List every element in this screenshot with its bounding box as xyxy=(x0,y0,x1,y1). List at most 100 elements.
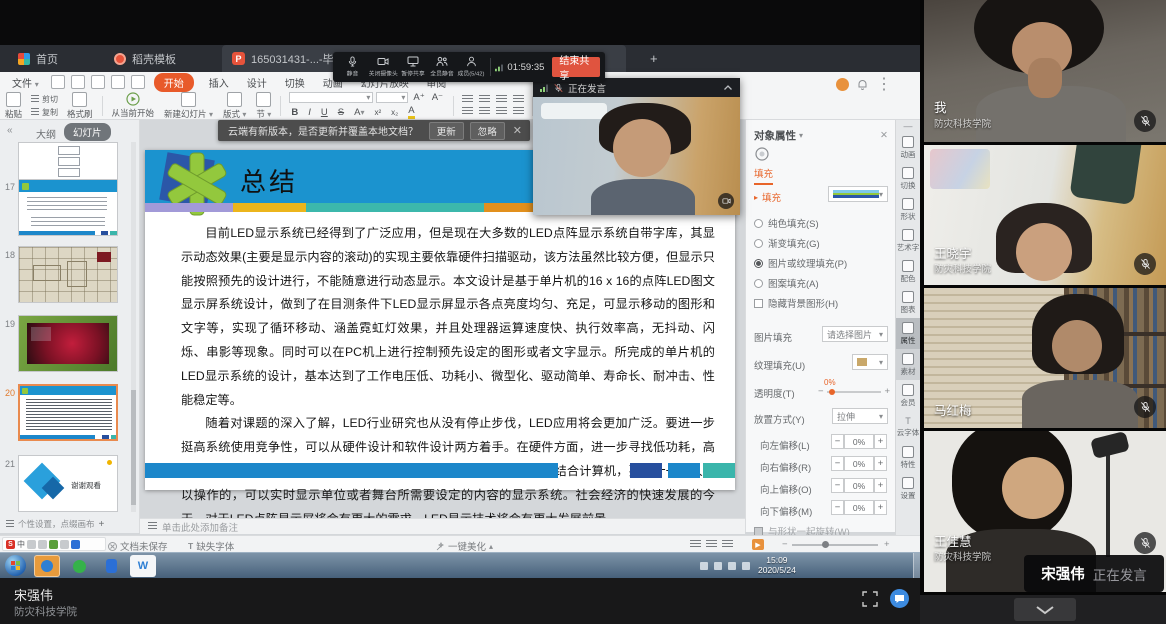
menu-insert[interactable]: 插入 xyxy=(209,75,229,90)
fill-tab[interactable]: 填充 xyxy=(754,166,773,185)
menu-start[interactable]: 开始 xyxy=(154,73,194,92)
floating-camera-window[interactable]: 正在发言 xyxy=(533,78,740,215)
align-right-icon[interactable] xyxy=(496,107,507,116)
fullscreen-icon[interactable] xyxy=(862,591,878,607)
underline-button[interactable]: U xyxy=(321,107,328,118)
side-tab-settings[interactable]: 设置 xyxy=(896,473,920,504)
side-tab-animation[interactable]: 动画 xyxy=(896,132,920,163)
side-tab-chart[interactable]: 图表 xyxy=(896,287,920,318)
personalize-canvas-button[interactable]: 个性设置，点缀画布 + xyxy=(6,518,104,530)
play-from-current-button[interactable]: 从当前开始 xyxy=(112,92,155,119)
fill-option-picture[interactable]: 图片或纹理填充(P) xyxy=(754,256,847,270)
font-increase-button[interactable]: A⁺ xyxy=(413,92,424,103)
slide-thumbnail-17[interactable] xyxy=(18,179,118,236)
start-button[interactable] xyxy=(5,555,26,576)
texture-fill-dropdown[interactable]: ▾ xyxy=(852,354,888,370)
notice-close-icon[interactable]: ✕ xyxy=(513,124,522,137)
side-tab-feature[interactable]: 特性 xyxy=(896,442,920,473)
offset-up-stepper[interactable]: −0%+ xyxy=(831,478,887,493)
slide-thumbnail-18[interactable] xyxy=(18,246,118,303)
menu-transition[interactable]: 切换 xyxy=(285,75,305,90)
italic-button[interactable]: I xyxy=(308,107,311,118)
side-tab-color[interactable]: 配色 xyxy=(896,256,920,287)
members-button[interactable]: 成员(5/42) xyxy=(456,56,486,78)
fill-option-pattern[interactable]: 图案填充(A) xyxy=(754,276,819,290)
notes-bar[interactable]: 单击此处添加备注 xyxy=(140,518,745,534)
menu-design[interactable]: 设计 xyxy=(247,75,267,90)
font-decrease-button[interactable]: A⁻ xyxy=(432,92,443,103)
redo-icon[interactable] xyxy=(111,75,125,89)
section-button[interactable]: 节 ▾ xyxy=(256,92,271,120)
indent-decrease-icon[interactable] xyxy=(496,95,507,104)
offset-right-stepper[interactable]: −0%+ xyxy=(831,456,887,471)
pause-share-button[interactable]: 暂停共享 xyxy=(399,56,428,78)
side-tab-shape[interactable]: 形状 xyxy=(896,194,920,225)
slide-thumbnail-16[interactable] xyxy=(18,142,118,184)
font-color-button[interactable]: A▾ xyxy=(354,107,364,118)
camera-off-button[interactable]: 关闭摄像头 xyxy=(367,56,400,78)
side-tab-wordart[interactable]: 艺术字 xyxy=(896,225,920,256)
copy-button[interactable]: 复制 xyxy=(31,107,58,118)
zoom-out-icon[interactable]: − xyxy=(782,539,788,550)
more-quick-icon[interactable] xyxy=(131,75,145,89)
show-desktop-button[interactable] xyxy=(913,553,920,578)
zoom-slider[interactable] xyxy=(792,544,878,546)
participant-tile[interactable]: 王晓宇 防灾科技学院 xyxy=(924,145,1166,285)
highlight-button[interactable]: A xyxy=(408,105,414,119)
fill-option-solid[interactable]: 纯色填充(S) xyxy=(754,216,819,230)
new-slide-button[interactable]: 新建幻灯片 ▾ xyxy=(164,92,213,120)
taskbar-app-mobile[interactable] xyxy=(98,555,124,577)
new-tab-button[interactable]: + xyxy=(640,45,668,72)
offset-down-stepper[interactable]: −0%+ xyxy=(831,500,887,515)
paste-button[interactable]: 粘贴 xyxy=(5,92,22,120)
tab-home[interactable]: 首页 xyxy=(8,45,68,72)
bold-button[interactable]: B xyxy=(291,107,298,118)
slide-thumbnail-19[interactable] xyxy=(18,315,118,372)
offset-left-stepper[interactable]: −0%+ xyxy=(831,434,887,449)
indent-increase-icon[interactable] xyxy=(513,95,524,104)
undo-icon[interactable] xyxy=(91,75,105,89)
update-button[interactable]: 更新 xyxy=(429,122,464,140)
font-family-select[interactable]: ▾ xyxy=(289,92,373,103)
chevron-up-icon[interactable] xyxy=(723,84,733,91)
align-left-icon[interactable] xyxy=(462,107,473,116)
superscript-button[interactable]: x² xyxy=(374,108,381,117)
align-justify-icon[interactable] xyxy=(513,107,524,116)
fill-option-gradient[interactable]: 渐变填充(G) xyxy=(754,236,820,250)
taskbar-clock[interactable]: 15:09 2020/5/24 xyxy=(758,555,796,575)
normal-view-icon[interactable] xyxy=(690,540,701,549)
tray-icon[interactable] xyxy=(700,562,708,570)
beautify-button[interactable]: 一键美化▴ xyxy=(436,539,493,553)
outline-tab[interactable]: 大纲 xyxy=(36,126,56,141)
avatar[interactable] xyxy=(836,78,849,91)
sorter-view-icon[interactable] xyxy=(706,540,717,549)
taskbar-app-phone[interactable] xyxy=(66,555,92,577)
mute-button[interactable]: 静音 xyxy=(338,56,367,78)
tab-docer[interactable]: 稻壳模板 xyxy=(104,45,186,72)
align-center-icon[interactable] xyxy=(479,107,490,116)
hide-background-checkbox[interactable]: 隐藏背景图形(H) xyxy=(754,296,838,310)
taskbar-app-wps[interactable]: W xyxy=(130,555,156,577)
side-tab-cloudfont[interactable]: T云字体 xyxy=(896,411,920,442)
collapse-panel-icon[interactable]: « xyxy=(7,125,13,136)
input-method-bar[interactable]: S 中 xyxy=(2,537,106,551)
fill-section-header[interactable]: ▸填充 xyxy=(754,190,781,204)
save-icon[interactable] xyxy=(51,75,65,89)
strip-collapse-icon[interactable]: — xyxy=(896,120,920,132)
participant-tile[interactable]: 马红梅 xyxy=(924,288,1166,428)
participant-tile[interactable]: 我 防灾科技学院 xyxy=(924,0,1166,142)
format-painter-button[interactable]: 格式刷 xyxy=(67,92,93,120)
end-share-button[interactable]: 结束共享 xyxy=(552,57,600,77)
subscript-button[interactable]: x₂ xyxy=(391,108,398,117)
taskbar-app-browser[interactable] xyxy=(34,555,60,577)
font-size-select[interactable]: ▾ xyxy=(376,92,408,103)
placement-dropdown[interactable]: 拉伸▾ xyxy=(832,408,888,424)
side-tab-properties[interactable]: 属性 xyxy=(896,318,920,349)
side-tab-material[interactable]: 素材 xyxy=(896,349,920,380)
slide-thumbnail-20-selected[interactable] xyxy=(18,384,118,441)
missing-fonts-button[interactable]: T缺失字体 xyxy=(188,539,234,553)
mute-all-button[interactable]: 全员静音 xyxy=(428,56,457,78)
tray-icon[interactable] xyxy=(714,562,722,570)
more-menu-icon[interactable]: ⋮ xyxy=(876,74,893,94)
picture-fill-dropdown[interactable]: 请选择图片▾ xyxy=(822,326,888,342)
